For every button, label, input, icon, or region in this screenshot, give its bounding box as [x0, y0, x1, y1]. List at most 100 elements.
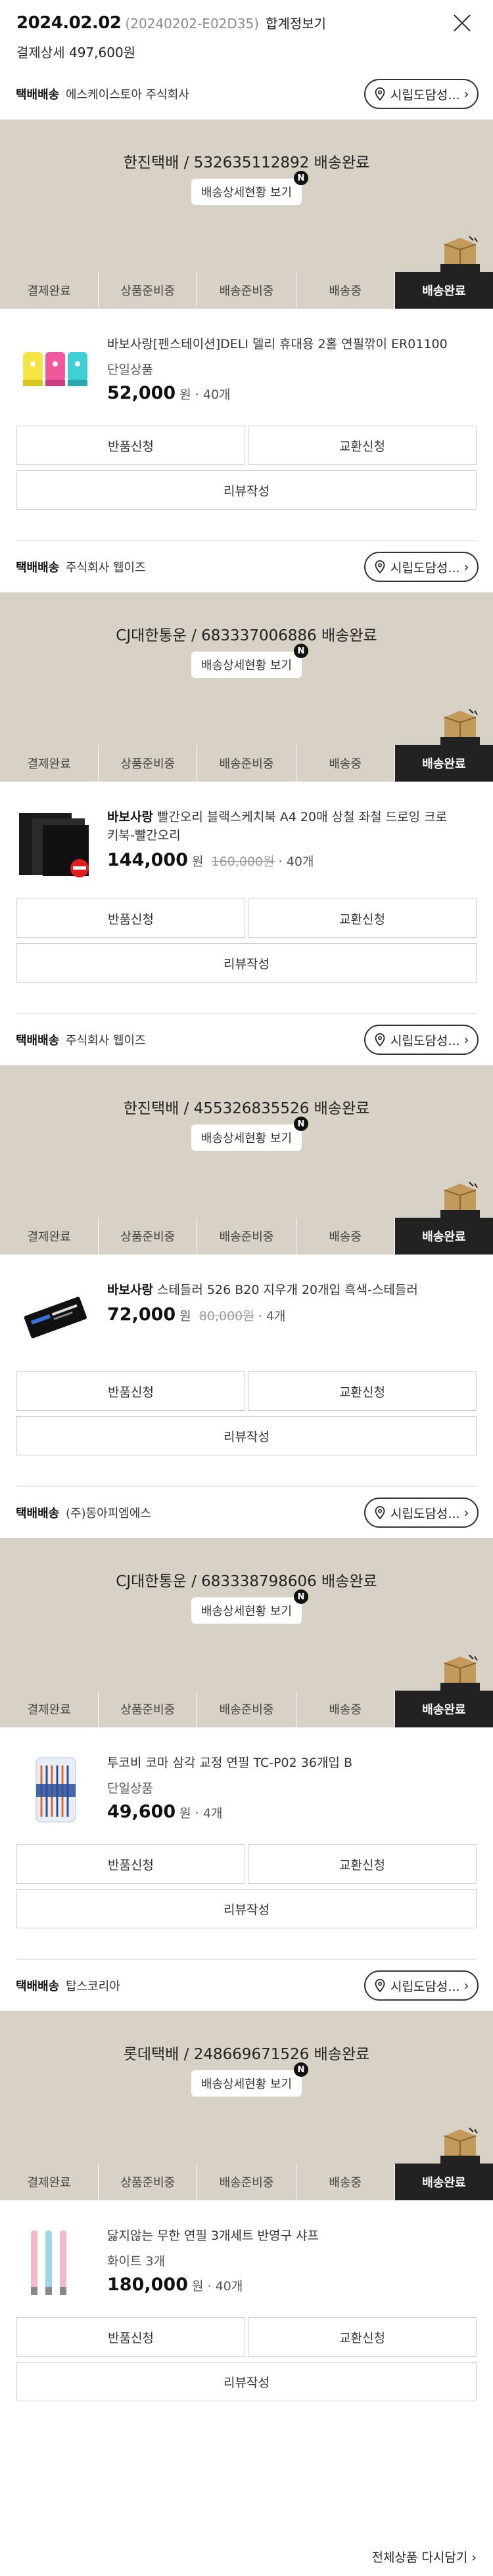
address-label: 시립도담성... [390, 1979, 460, 1994]
product-quantity: 40개 [202, 388, 231, 402]
delivery-step: 배송중 [296, 1691, 395, 1727]
address-button[interactable]: 시립도담성... › [364, 1970, 479, 2001]
merge-info-link[interactable]: 합계정보기 [266, 16, 326, 32]
delivery-type: 택배배송 [16, 561, 60, 575]
return-button[interactable]: 반품신청 [16, 1844, 245, 1884]
delivery-steps: 결제완료 상품준비중 배송준비중 배송중 배송완료 [0, 1691, 493, 1727]
item-actions: 반품신청 교환신청 리뷰작성 [0, 426, 493, 510]
address-button[interactable]: 시립도담성... › [364, 79, 479, 109]
payment-summary[interactable]: 결제상세 497,600원 [16, 42, 477, 61]
seller-name: 에스케이스토아 주식회사 [65, 88, 189, 102]
delivery-step: 배송준비중 [197, 745, 296, 782]
reorder-all-link[interactable]: 전체상품 다시담기 › [0, 2539, 493, 2576]
carrier-tracking: CJ대한통운 / 683338798606 배송완료 [116, 1573, 377, 1590]
product-brand: 바보사랑 [107, 1283, 153, 1297]
review-button[interactable]: 리뷰작성 [16, 2362, 477, 2401]
delivery-box-icon [440, 1654, 480, 1691]
exchange-button[interactable]: 교환신청 [248, 1844, 477, 1884]
price-unit: 원 [179, 388, 191, 402]
price-amount: 144,000 [107, 850, 188, 870]
product-item[interactable]: 닳지않는 무한 연필 3개세트 반영구 샤프 화이트 3개 180,000 원 … [0, 2200, 493, 2317]
delivery-step: 결제완료 [0, 1218, 99, 1255]
product-thumbnail[interactable] [16, 1751, 94, 1829]
price-amount: 72,000 [107, 1304, 176, 1325]
return-button[interactable]: 반품신청 [16, 1371, 245, 1411]
product-thumbnail[interactable] [16, 1278, 94, 1356]
return-button[interactable]: 반품신청 [16, 2317, 245, 2357]
product-item[interactable]: 바보사랑 빨간오리 블랙스케치북 A4 20매 상철 좌철 드로잉 크로키북-빨… [0, 782, 493, 899]
address-label: 시립도담성... [390, 1506, 460, 1521]
delivery-step: 결제완료 [0, 745, 99, 782]
exchange-button[interactable]: 교환신청 [248, 426, 477, 465]
payment-label: 결제상세 [16, 45, 65, 60]
close-icon[interactable] [451, 12, 473, 34]
chevron-right-icon: › [463, 1032, 469, 1048]
delivery-step: 상품준비중 [99, 2164, 198, 2200]
track-detail-button[interactable]: 배송상세현황 보기 N [191, 1117, 308, 1151]
product-item[interactable]: 바보사랑[펜스테이션]DELI 델리 휴대용 2홀 연필깎이 ER01100 단… [0, 309, 493, 426]
product-thumbnail[interactable] [16, 332, 94, 410]
product-name: 닳지않는 무한 연필 3개세트 반영구 샤프 [107, 2229, 319, 2243]
address-button[interactable]: 시립도담성... › [364, 1025, 479, 1055]
product-item[interactable]: 투코비 코마 삼각 교정 연필 TC-P02 36개입 B 단일상품 49,60… [0, 1727, 493, 1844]
payment-amount: 497,600원 [68, 45, 136, 60]
price-amount: 49,600 [107, 1802, 176, 1822]
track-detail-button[interactable]: 배송상세현황 보기 N [191, 644, 308, 678]
exchange-button[interactable]: 교환신청 [248, 1371, 477, 1411]
product-thumbnail[interactable] [16, 2224, 94, 2301]
price-unit: 원 [179, 1309, 191, 1323]
new-badge: N [294, 2062, 308, 2077]
address-label: 시립도담성... [390, 1033, 460, 1048]
item-actions: 반품신청 교환신청 리뷰작성 [0, 1371, 493, 1455]
location-pin-icon [375, 1979, 385, 1992]
track-detail-button[interactable]: 배송상세현황 보기 N [191, 2062, 308, 2097]
delivery-step: 배송중 [296, 1218, 395, 1255]
shipment-group: 택배배송 (주)동아피엠에스 시립도담성... › CJ대한통운 / 683338… [0, 1487, 493, 1960]
price-amount: 52,000 [107, 383, 176, 403]
chevron-right-icon: › [463, 1978, 469, 1993]
track-detail-button[interactable]: 배송상세현황 보기 N [191, 1589, 308, 1624]
delivery-box-icon [440, 1181, 480, 1218]
delivery-steps: 결제완료 상품준비중 배송준비중 배송중 배송완료 [0, 1218, 493, 1255]
delivery-step: 배송완료 [394, 272, 493, 309]
product-name: 바보사랑 빨간오리 블랙스케치북 A4 20매 상철 좌철 드로잉 크로키북-빨… [107, 810, 448, 843]
delivery-step: 결제완료 [0, 272, 99, 309]
review-button[interactable]: 리뷰작성 [16, 1889, 477, 1928]
exchange-button[interactable]: 교환신청 [248, 899, 477, 938]
dot-separator: · [207, 2279, 212, 2294]
carrier-tracking: 한진택배 / 532635112892 배송완료 [123, 154, 370, 171]
delivery-step: 배송완료 [394, 2164, 493, 2200]
location-pin-icon [375, 560, 385, 573]
product-quantity: 4개 [202, 1806, 223, 1821]
product-thumbnail[interactable] [16, 805, 94, 883]
product-item[interactable]: 바보사랑 스테들러 526 B20 지우개 20개입 흑색-스테들러 72,00… [0, 1255, 493, 1371]
address-button[interactable]: 시립도담성... › [364, 552, 479, 582]
delivery-step: 결제완료 [0, 2164, 99, 2200]
carrier-tracking: 한진택배 / 455326835526 배송완료 [123, 1100, 370, 1117]
shipment-group: 택배배송 탑스코리아 시립도담성... › 롯데택배 / 248669671526… [0, 1960, 493, 2401]
return-button[interactable]: 반품신청 [16, 899, 245, 938]
dot-separator: · [195, 1806, 199, 1821]
exchange-button[interactable]: 교환신청 [248, 2317, 477, 2357]
product-name: 투코비 코마 삼각 교정 연필 TC-P02 36개입 B [107, 1756, 352, 1770]
delivery-step: 상품준비중 [99, 745, 198, 782]
price-unit: 원 [192, 855, 204, 869]
track-detail-button[interactable]: 배송상세현황 보기 N [191, 171, 308, 205]
delivery-step: 배송완료 [394, 1691, 493, 1727]
delivery-step: 결제완료 [0, 1691, 99, 1727]
delivery-box-icon [440, 708, 480, 745]
review-button[interactable]: 리뷰작성 [16, 470, 477, 510]
dot-separator: · [278, 855, 283, 869]
seller-name: 주식회사 웹이즈 [65, 1034, 146, 1048]
delivery-step: 배송중 [296, 2164, 395, 2200]
return-button[interactable]: 반품신청 [16, 426, 245, 465]
address-button[interactable]: 시립도담성... › [364, 1498, 479, 1528]
review-button[interactable]: 리뷰작성 [16, 1416, 477, 1455]
dot-separator: · [258, 1309, 262, 1323]
order-number: (20240202-E02D35) [125, 16, 260, 32]
item-actions: 반품신청 교환신청 리뷰작성 [0, 2317, 493, 2401]
delivery-steps: 결제완료 상품준비중 배송준비중 배송중 배송완료 [0, 2164, 493, 2200]
delivery-box-icon [440, 2127, 480, 2164]
product-quantity: 4개 [266, 1309, 286, 1323]
review-button[interactable]: 리뷰작성 [16, 943, 477, 983]
